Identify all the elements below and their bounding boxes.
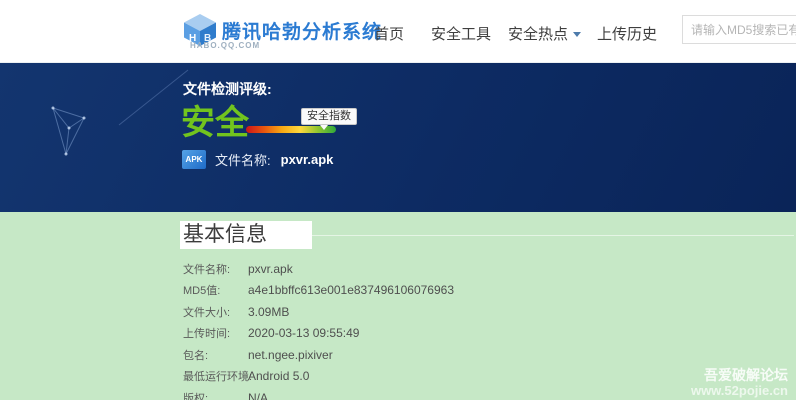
top-nav-bar: H B 腾讯哈勃分析系统 HABO.QQ.COM 首页 安全工具 安全热点 上传…: [0, 0, 796, 63]
info-row-upload-time: 上传时间: 2020-03-13 09:55:49: [183, 323, 454, 345]
basic-info-heading-text: 基本信息: [183, 223, 267, 246]
info-label: 包名:: [183, 349, 209, 362]
file-name-value: pxvr.apk: [280, 151, 334, 167]
apk-file-icon: APK: [182, 149, 206, 169]
site-subtitle: HABO.QQ.COM: [190, 41, 261, 50]
info-label: 版权:: [183, 392, 209, 400]
nav-home-label: 首页: [374, 26, 405, 43]
info-row-md5: MD5值: a4e1bbffc613e001e837496106076963: [183, 280, 454, 302]
info-table: 文件名称: pxvr.apk MD5值: a4e1bbffc613e001e83…: [183, 258, 454, 400]
rating-label: 文件检测评级:: [183, 81, 272, 97]
watermark-line2: www.52pojie.cn: [690, 383, 788, 398]
banner-decoration: [51, 69, 189, 156]
info-label: MD5值:: [183, 285, 221, 298]
md5-search-input[interactable]: [682, 15, 796, 44]
tooltip-arrow-icon: [320, 125, 328, 130]
nav-tools-label: 安全工具: [431, 26, 492, 43]
safety-index-tooltip: 安全指数: [301, 108, 357, 125]
info-value: pxvr.apk: [248, 261, 293, 276]
nav-history-label: 上传历史: [597, 26, 658, 43]
info-label: 文件大小:: [183, 306, 231, 319]
nav-item-security-hotspots[interactable]: 安全热点: [508, 23, 582, 44]
info-label: 文件名称:: [183, 263, 231, 276]
info-value: a4e1bbffc613e001e837496106076963: [248, 283, 454, 298]
result-banner: 文件检测评级: 安全 安全指数 APK 文件名称: pxvr.apk: [0, 62, 796, 212]
info-value: Android 5.0: [248, 369, 310, 384]
nav-hotspots-label: 安全热点: [508, 26, 569, 43]
basic-info-section: 基本信息 文件名称: pxvr.apk MD5值: a4e1bbffc613e0…: [0, 212, 796, 400]
info-row-copyright: 版权: N/A: [183, 387, 454, 400]
info-value: 3.09MB: [248, 304, 290, 319]
nav-item-security-tools[interactable]: 安全工具: [431, 23, 491, 44]
chevron-down-icon: [573, 32, 582, 37]
info-row-filename: 文件名称: pxvr.apk: [183, 258, 454, 280]
info-label: 最低运行环境:: [183, 371, 253, 384]
basic-info-heading: 基本信息: [180, 221, 312, 249]
watermark: 吾爱破解论坛 www.52pojie.cn: [690, 367, 788, 399]
info-value: 2020-03-13 09:55:49: [248, 326, 360, 341]
habo-analysis-page: H B 腾讯哈勃分析系统 HABO.QQ.COM 首页 安全工具 安全热点 上传…: [0, 0, 796, 400]
info-value: N/A: [248, 390, 269, 400]
info-row-filesize: 文件大小: 3.09MB: [183, 301, 454, 323]
heading-divider: [312, 235, 794, 236]
info-label: 上传时间:: [183, 328, 231, 341]
file-name-label: 文件名称:: [215, 152, 271, 168]
watermark-line1: 吾爱破解论坛: [704, 367, 788, 383]
nav-item-home[interactable]: 首页: [374, 23, 404, 44]
rating-value: 安全: [181, 104, 249, 142]
info-row-min-env: 最低运行环境: Android 5.0: [183, 366, 454, 388]
site-title[interactable]: 腾讯哈勃分析系统: [222, 17, 382, 44]
info-value: net.ngee.pixiver: [248, 347, 333, 362]
info-row-package: 包名: net.ngee.pixiver: [183, 344, 454, 366]
nav-item-upload-history[interactable]: 上传历史: [597, 23, 657, 44]
file-name-row: APK 文件名称: pxvr.apk: [182, 148, 333, 170]
